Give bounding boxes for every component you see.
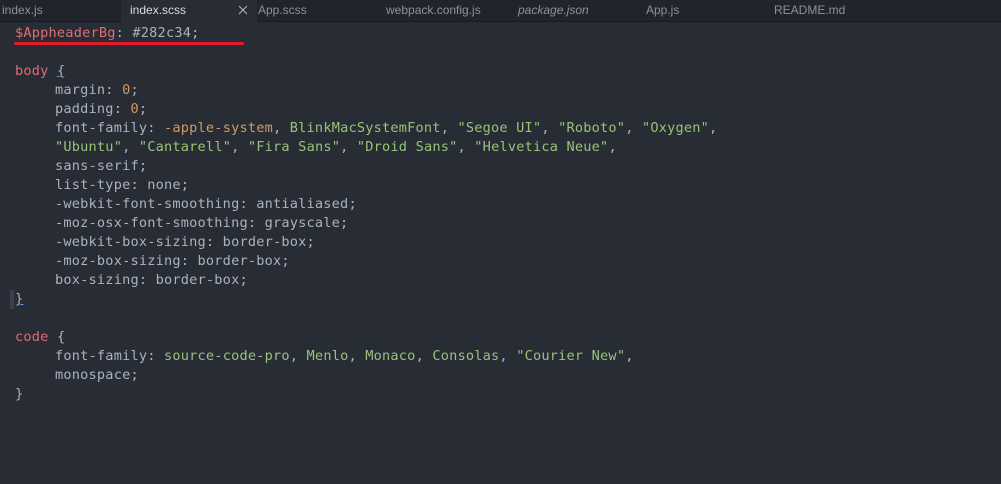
selector-code: code	[15, 329, 49, 345]
tab-label: index.scss	[130, 3, 187, 17]
code-line-18: font-family: source-code-pro, Menlo, Mon…	[55, 348, 634, 364]
tab-readme[interactable]: README.md	[774, 0, 845, 21]
tab-label: index.js	[2, 3, 43, 17]
scss-variable: $AppheaderBg	[15, 25, 116, 41]
code-line-9: list-type: none;	[55, 177, 190, 193]
tab-app-js[interactable]: App.js	[646, 0, 679, 21]
selector-body: body	[15, 63, 49, 79]
tab-label: package.json	[518, 3, 589, 17]
tab-label: App.scss	[258, 3, 307, 17]
tab-webpack-config[interactable]: webpack.config.js	[386, 0, 481, 21]
tab-app-scss[interactable]: App.scss	[258, 0, 307, 21]
tab-index-scss[interactable]: index.scss	[121, 0, 257, 22]
code-line-17: code {	[15, 329, 66, 345]
tab-label: webpack.config.js	[386, 3, 481, 17]
tab-package-json[interactable]: package.json	[518, 0, 589, 21]
code-line-4: margin: 0;	[55, 82, 139, 98]
cursor-line-marker	[10, 290, 14, 309]
close-icon[interactable]	[237, 0, 249, 21]
code-line-19: monospace;	[55, 367, 139, 383]
code-line-14: box-sizing: border-box;	[55, 272, 248, 288]
code-line-6: font-family: -apple-system, BlinkMacSyst…	[55, 120, 718, 136]
code-line-12: -webkit-box-sizing: border-box;	[55, 234, 315, 250]
code-line-3: body {	[15, 63, 66, 79]
code-line-13: -moz-box-sizing: border-box;	[55, 253, 290, 269]
code-line-8: sans-serif;	[55, 158, 148, 174]
red-underline-annotation	[14, 42, 244, 45]
code-line-10: -webkit-font-smoothing: antialiased;	[55, 196, 357, 212]
code-line-11: -moz-osx-font-smoothing: grayscale;	[55, 215, 349, 231]
code-line-1: $AppheaderBg: #282c34;	[15, 25, 200, 41]
code-line-20: }	[15, 386, 24, 402]
code-line-7: "Ubuntu", "Cantarell", "Fira Sans", "Dro…	[55, 139, 617, 155]
tab-label: README.md	[774, 3, 846, 17]
code-line-15: }	[15, 291, 24, 307]
tab-label: App.js	[646, 3, 680, 17]
code-line-5: padding: 0;	[55, 101, 148, 117]
tab-bar: index.js index.scss App.scss webpack.con…	[0, 0, 1001, 22]
code-editor[interactable]: $AppheaderBg: #282c34; body { margin: 0;…	[0, 22, 1001, 484]
tab-index-js[interactable]: index.js	[2, 0, 43, 21]
